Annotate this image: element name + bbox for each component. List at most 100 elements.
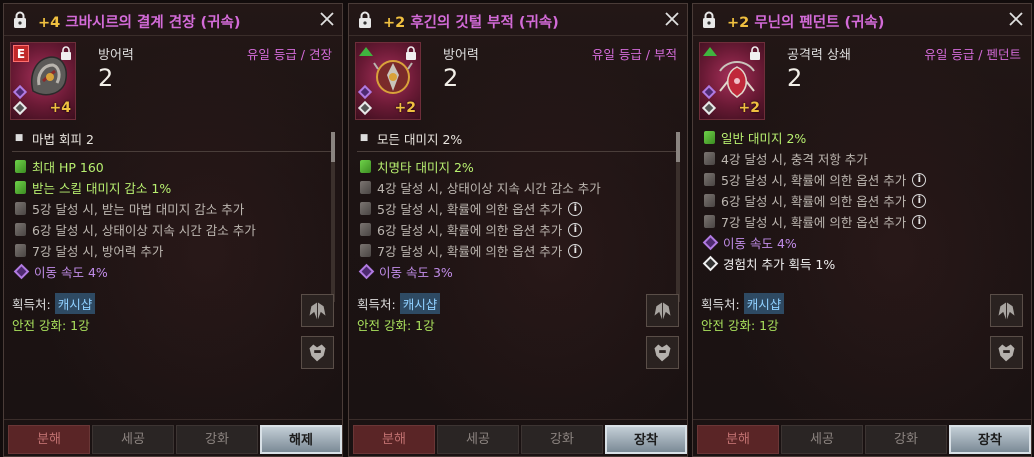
purple-gem-icon: [702, 234, 719, 251]
tooltip-header: +2 무닌의 펜던트 (귀속): [693, 4, 1031, 36]
grey-rune-icon: [15, 202, 26, 215]
safe-enhance: 안전 강화: 1강: [12, 318, 90, 333]
epaulet-icon: [31, 56, 67, 96]
wings-icon: [309, 302, 326, 320]
action-bar: 분해 세공 강화 장착: [693, 419, 1031, 456]
grey-rune-icon: [704, 173, 715, 186]
disassemble-button[interactable]: 분해: [8, 425, 90, 454]
grey-rune-icon: [704, 194, 715, 207]
compare-button[interactable]: [990, 294, 1023, 327]
effect-line: 치명타 대미지 2%: [357, 156, 677, 177]
item-tooltip-1: +4 크바시르의 결계 견장 (귀속) E +4 방어력 2 유일 등급 / 견…: [3, 3, 343, 457]
disassemble-button[interactable]: 분해: [353, 425, 435, 454]
unequip-button[interactable]: 해제: [260, 425, 342, 454]
effect-line: 5강 달성 시, 확률에 의한 옵션 추가 i: [357, 198, 677, 219]
action-bar: 분해 세공 강화 해제: [4, 419, 342, 456]
item-title: +4 크바시르의 결계 견장 (귀속): [38, 15, 241, 31]
info-icon[interactable]: i: [912, 214, 927, 229]
scroll-thumb[interactable]: [331, 132, 335, 162]
wings-icon: [654, 302, 671, 320]
effect-line: 4강 달성 시, 충격 저항 추가: [701, 148, 1021, 169]
cash-shop-link[interactable]: 캐시샵: [743, 293, 785, 314]
compare-button[interactable]: [301, 294, 334, 327]
craft-button[interactable]: 세공: [437, 425, 519, 454]
grey-rune-icon: [360, 181, 371, 194]
green-rune-icon: [15, 160, 26, 173]
main-stat-value: 2: [98, 64, 114, 92]
info-icon[interactable]: i: [912, 193, 927, 208]
item-title: +2 후긴의 깃털 부적 (귀속): [383, 15, 559, 31]
grade-label: 유일 등급 / 부적: [591, 47, 677, 62]
close-icon[interactable]: [318, 10, 336, 28]
tooltip-header: +4 크바시르의 결계 견장 (귀속): [4, 4, 342, 36]
equip-button[interactable]: 장착: [605, 425, 687, 454]
green-rune-icon: [704, 131, 715, 144]
enhance-button[interactable]: 강화: [865, 425, 947, 454]
scrollbar[interactable]: [331, 132, 335, 302]
craft-button[interactable]: 세공: [781, 425, 863, 454]
effects-list: 일반 대미지 2% 4강 달성 시, 충격 저항 추가 5강 달성 시, 확률에…: [701, 127, 1021, 274]
info-icon[interactable]: i: [568, 201, 583, 216]
grey-rune-icon: [704, 152, 715, 165]
costume-button[interactable]: [990, 336, 1023, 369]
equip-button[interactable]: 장착: [949, 425, 1031, 454]
effect-line: 7강 달성 시, 확률에 의한 옵션 추가 i: [357, 240, 677, 261]
effect-line: 받는 스킬 대미지 감소 1%: [12, 177, 332, 198]
effects-list: ■ 마법 회피 2 최대 HP 160 받는 스킬 대미지 감소 1% 5강 달성…: [12, 127, 332, 282]
grey-rune-icon: [15, 244, 26, 257]
effect-line: 7강 달성 시, 확률에 의한 옵션 추가 i: [701, 211, 1021, 232]
item-icon: +2: [355, 42, 421, 120]
white-gem-icon: [12, 100, 28, 116]
effects-list: ■ 모든 대미지 2% 치명타 대미지 2% 4강 달성 시, 상태이상 지속 시…: [357, 127, 677, 282]
item-tooltip-3: +2 무닌의 펜던트 (귀속) +2 공격력 상쇄 2 유일 등급 / 펜던트 …: [692, 3, 1032, 457]
info-icon[interactable]: i: [912, 172, 927, 187]
craft-button[interactable]: 세공: [92, 425, 174, 454]
item-icon: E +4: [10, 42, 76, 120]
enhance-level: +2: [738, 100, 760, 116]
acquisition: 획득처: 캐시샵: [357, 293, 441, 314]
item-tooltip-2: +2 후긴의 깃털 부적 (귀속) +2 방어력 2 유일 등급 / 부적 ■ 모…: [348, 3, 688, 457]
purple-gem-icon: [13, 263, 30, 280]
effect-line: 이동 속도 3%: [357, 261, 677, 282]
pendant-icon: [719, 61, 755, 98]
grey-rune-icon: [704, 215, 715, 228]
tooltip-header: +2 후긴의 깃털 부적 (귀속): [349, 4, 687, 36]
close-icon[interactable]: [1007, 10, 1025, 28]
disassemble-button[interactable]: 분해: [697, 425, 779, 454]
helmet-icon: [654, 344, 671, 362]
grade-label: 유일 등급 / 견장: [246, 47, 332, 62]
scroll-thumb[interactable]: [676, 132, 680, 162]
info-icon[interactable]: i: [568, 222, 583, 237]
cash-shop-link[interactable]: 캐시샵: [399, 293, 441, 314]
grey-rune-icon: [360, 202, 371, 215]
main-stat-name: 방어력: [443, 48, 479, 63]
lock-icon: [703, 11, 715, 28]
effect-line: 이동 속도 4%: [701, 232, 1021, 253]
lock-icon: [359, 11, 371, 28]
scrollbar[interactable]: [676, 132, 680, 302]
costume-button[interactable]: [301, 336, 334, 369]
white-gem-icon: [701, 100, 717, 116]
effect-line: 5강 달성 시, 확률에 의한 옵션 추가 i: [701, 169, 1021, 190]
item-tooltips: +4 크바시르의 결계 견장 (귀속) E +4 방어력 2 유일 등급 / 견…: [0, 0, 1034, 457]
enhance-button[interactable]: 강화: [176, 425, 258, 454]
close-icon[interactable]: [663, 10, 681, 28]
grey-rune-icon: [15, 223, 26, 236]
effect-line: 4강 달성 시, 상태이상 지속 시간 감소 추가: [357, 177, 677, 198]
white-gem-icon: [357, 100, 373, 116]
compare-button[interactable]: [646, 294, 679, 327]
lock-icon: [14, 11, 26, 28]
main-stat-name: 방어력: [98, 48, 134, 63]
effect-line: ■ 모든 대미지 2%: [357, 127, 677, 152]
enhance-button[interactable]: 강화: [521, 425, 603, 454]
action-bar: 분해 세공 강화 장착: [349, 419, 687, 456]
green-rune-icon: [15, 181, 26, 194]
effect-line: 7강 달성 시, 방어력 추가: [12, 240, 332, 261]
info-icon[interactable]: i: [568, 243, 583, 258]
costume-button[interactable]: [646, 336, 679, 369]
effect-line: 경험치 추가 획득 1%: [701, 253, 1021, 274]
enhance-level: +4: [49, 100, 71, 116]
effect-line: 6강 달성 시, 확률에 의한 옵션 추가 i: [701, 190, 1021, 211]
cash-shop-link[interactable]: 캐시샵: [54, 293, 96, 314]
helmet-icon: [309, 344, 326, 362]
